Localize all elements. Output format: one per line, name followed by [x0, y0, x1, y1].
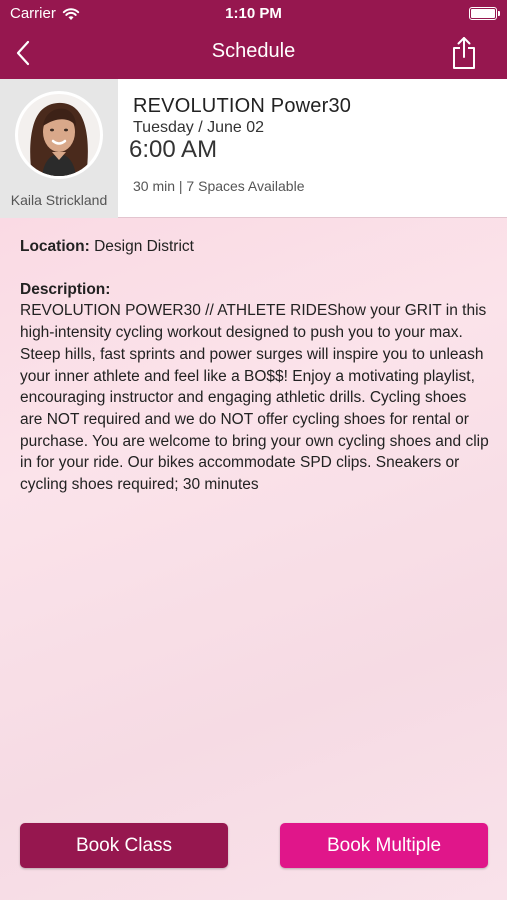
share-icon[interactable]: [451, 36, 477, 70]
location-label: Location:: [20, 238, 90, 255]
page-title: Schedule: [211, 40, 296, 62]
instructor-name: Kaila Strickland: [10, 192, 108, 208]
location-row: Location: Design District: [20, 236, 490, 258]
nav-bar: Schedule: [0, 28, 507, 79]
status-time: 1:10 PM: [225, 5, 282, 22]
description-label: Description:: [20, 280, 111, 298]
book-class-button[interactable]: Book Class: [20, 823, 228, 868]
instructor-photo: [18, 94, 100, 176]
class-card: Kaila Strickland REVOLUTION Power30 Tues…: [0, 79, 507, 218]
class-date: Tuesday / June 02: [133, 119, 265, 136]
location-value: Design District: [94, 238, 194, 255]
class-details: Location: Design District Description: R…: [20, 236, 490, 496]
status-bar: Carrier 1:10 PM: [0, 0, 507, 28]
avatar: [15, 91, 103, 179]
class-time: 6:00 AM: [129, 136, 218, 163]
battery-icon: [469, 7, 500, 20]
book-multiple-button[interactable]: Book Multiple: [280, 823, 488, 868]
class-meta: 30 min | 7 Spaces Available: [133, 178, 305, 194]
instructor-panel[interactable]: Kaila Strickland: [0, 79, 118, 218]
class-title: REVOLUTION Power30: [133, 95, 352, 117]
description-text: REVOLUTION POWER30 // ATHLETE RIDEShow y…: [20, 302, 489, 494]
